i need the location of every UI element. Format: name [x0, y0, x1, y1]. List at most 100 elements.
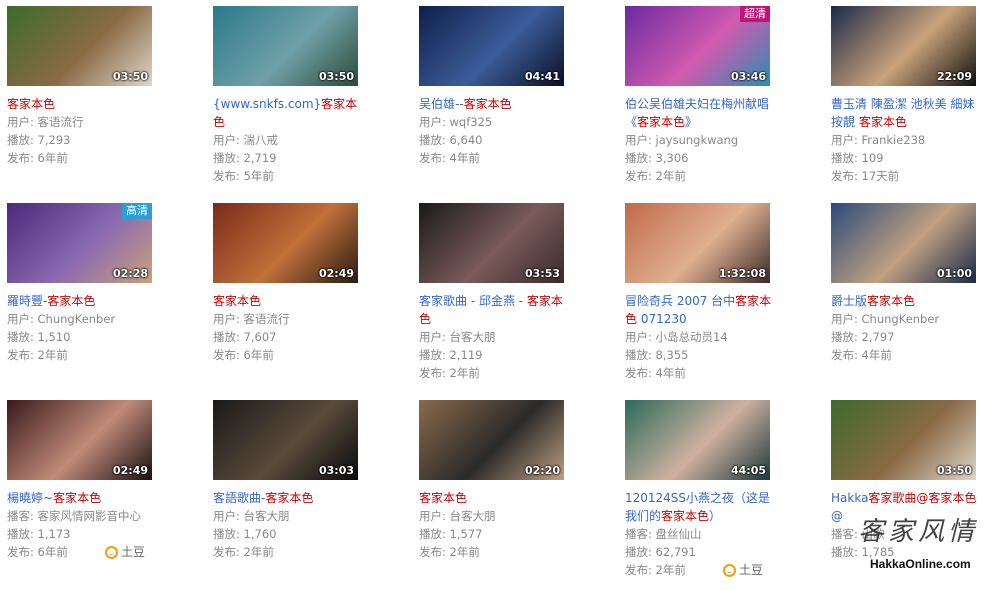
video-title-part: 客家本色	[463, 97, 512, 111]
video-title-part: 爵士版	[831, 294, 868, 308]
video-duration: 03:50	[318, 70, 354, 83]
video-card[interactable]: 02:49 楊曉婷~客家本色 播客: 客家风情网影音中心 播放: 1,173 发布: 6…	[7, 400, 157, 590]
video-card[interactable]: 22:09 曹玉清 陳盈潔 池秋美 細妹按靚 客家本色 用户: Frankie238…	[831, 6, 981, 196]
video-thumbnail[interactable]: 04:41	[419, 6, 564, 86]
video-title[interactable]: 冒险奇兵 2007 台中客家本色 071230	[625, 292, 775, 328]
video-title[interactable]: 客家歌曲 - 邱金燕 - 客家本色	[419, 292, 569, 328]
video-thumbnail[interactable]: 02:28 高清	[7, 203, 152, 283]
video-plays: 播放: 6,640	[419, 133, 483, 147]
video-title[interactable]: 曹玉清 陳盈潔 池秋美 細妹按靚 客家本色	[831, 95, 981, 131]
video-thumbnail[interactable]: 03:03	[213, 400, 358, 480]
video-title[interactable]: 羅時豐-客家本色	[7, 292, 157, 310]
video-thumbnail[interactable]: 02:49	[213, 203, 358, 283]
video-card[interactable]: 44:05 120124SS小燕之夜（这是我们的客家本色） 播客: 盘丝仙山 播放: …	[625, 400, 775, 590]
video-title[interactable]: 吴伯雄--客家本色	[419, 95, 569, 113]
video-title-part: 羅時豐-	[7, 294, 48, 308]
video-card[interactable]: 01:00 爵士版客家本色 用户: ChungKenber 播放: 2,797 发布: …	[831, 203, 981, 393]
video-plays: 播放: 2,797	[831, 330, 895, 344]
watermark-logo: 客家风情 HakkaOnline.com	[830, 505, 985, 581]
video-duration: 04:41	[524, 70, 560, 83]
video-title-part: {www.snkfs.com}	[213, 97, 322, 111]
video-published: 发布: 4年前	[419, 151, 480, 165]
video-title[interactable]: 楊曉婷~客家本色	[7, 489, 157, 507]
video-card[interactable]: 02:49 客家本色 用户: 客语流行播放: 7,607 发布: 6年前	[213, 203, 363, 393]
video-title[interactable]: 爵士版客家本色	[831, 292, 981, 310]
video-title[interactable]: 客家本色	[419, 489, 569, 507]
video-duration: 02:20	[524, 464, 560, 477]
video-duration: 1:32:08	[718, 267, 766, 280]
video-published: 发布: 17天前	[831, 169, 900, 183]
video-uploader[interactable]: 用户: wqf325	[419, 113, 569, 131]
video-title-part: 吴伯雄--	[419, 97, 464, 111]
video-uploader[interactable]: 用户: jaysungkwang	[625, 131, 775, 149]
video-uploader[interactable]: 用户: 湍八戒	[213, 131, 363, 149]
video-title-part: 客家本色	[53, 491, 102, 505]
video-card[interactable]: 03:53 客家歌曲 - 邱金燕 - 客家本色 用户: 台客大朋播放: 2,119 发…	[419, 203, 569, 393]
video-published: 发布: 5年前	[213, 169, 274, 183]
video-card[interactable]: 03:50 客家本色 用户: 客语流行 播放: 7,293 发布: 6年前	[7, 6, 157, 196]
video-title-part: 071230	[637, 312, 687, 326]
source-tudou-link[interactable]: 土豆	[723, 561, 763, 578]
video-duration: 02:28	[112, 267, 148, 280]
video-thumbnail[interactable]: 03:50	[7, 6, 152, 86]
source-tudou-link[interactable]: 土豆	[105, 543, 145, 560]
video-card[interactable]: 02:20 客家本色 用户: 台客大朋 播放: 1,577 发布: 2年前	[419, 400, 569, 590]
video-published: 发布: 4年前	[831, 348, 892, 362]
video-thumbnail[interactable]: 02:20	[419, 400, 564, 480]
video-published: 发布: 2年前	[213, 545, 274, 559]
video-uploader[interactable]: 用户: 台客大朋	[213, 507, 363, 525]
video-thumbnail[interactable]: 01:00	[831, 203, 976, 283]
source-label: 土豆	[121, 545, 146, 559]
video-title-part: 客家本色	[867, 294, 916, 308]
video-uploader[interactable]: 用户: 台客大朋	[419, 328, 569, 346]
quality-badge: 高清	[122, 203, 152, 219]
video-plays: 播放: 7,607	[213, 330, 277, 344]
video-uploader[interactable]: 用户: ChungKenber	[7, 310, 157, 328]
video-thumbnail[interactable]: 03:53	[419, 203, 564, 283]
video-card[interactable]: 02:28 高清 羅時豐-客家本色 用户: ChungKenber 播放: 1,510 发…	[7, 203, 157, 393]
video-title[interactable]: 伯公吴伯雄夫妇在梅州献唱《客家本色》	[625, 95, 775, 131]
video-thumbnail[interactable]: 03:50	[831, 400, 976, 480]
video-plays: 播放: 1,510	[7, 330, 71, 344]
video-card[interactable]: 03:50 {www.snkfs.com}客家本色 用户: 湍八戒 播放: 2,719…	[213, 6, 363, 196]
video-title-part: 客家本色	[661, 509, 710, 523]
video-card[interactable]: 03:03 客語歌曲-客家本色 用户: 台客大朋 播放: 1,760 发布: 2年前	[213, 400, 363, 590]
video-title[interactable]: {www.snkfs.com}客家本色	[213, 95, 363, 131]
video-title-part: ）	[709, 509, 722, 523]
video-plays: 播放: 3,306	[625, 151, 689, 165]
video-uploader[interactable]: 用户: 客语流行	[213, 310, 363, 328]
video-title[interactable]: 客家本色	[213, 292, 363, 310]
video-uploader[interactable]: 用户: 小岛总动员14	[625, 328, 775, 346]
watermark-chinese: 客家风情	[858, 517, 979, 547]
video-thumbnail[interactable]: 22:09	[831, 6, 976, 86]
video-title[interactable]: 客家本色	[7, 95, 157, 113]
video-uploader[interactable]: 用户: 台客大朋	[419, 507, 569, 525]
video-plays: 播放: 2,119	[419, 348, 483, 362]
video-title[interactable]: 客語歌曲-客家本色	[213, 489, 363, 507]
video-title-part: 》	[685, 115, 698, 129]
video-thumbnail[interactable]: 1:32:08	[625, 203, 770, 283]
video-title-part: 客家歌曲 - 邱金燕 -	[419, 294, 527, 308]
video-uploader[interactable]: 播客: 客家风情网影音中心	[7, 507, 157, 525]
video-uploader[interactable]: 用户: Frankie238	[831, 131, 981, 149]
video-title-part: 客語歌曲-	[213, 491, 266, 505]
video-plays: 播放: 1,173	[7, 527, 71, 541]
video-thumbnail[interactable]: 03:46 超清	[625, 6, 770, 86]
source-label: 土豆	[739, 563, 764, 577]
video-published: 发布: 2年前	[419, 366, 480, 380]
video-published: 发布: 6年前	[213, 348, 274, 362]
video-card[interactable]: 04:41 吴伯雄--客家本色 用户: wqf325 播放: 6,640 发布: 4年前	[419, 6, 569, 196]
video-thumbnail[interactable]: 02:49	[7, 400, 152, 480]
video-title[interactable]: 120124SS小燕之夜（这是我们的客家本色）	[625, 489, 775, 525]
video-title-part: 客家本色	[637, 115, 686, 129]
video-title-part: 客家本色	[265, 491, 314, 505]
video-duration: 03:53	[524, 267, 560, 280]
video-duration: 03:50	[112, 70, 148, 83]
video-card[interactable]: 03:46 超清伯公吴伯雄夫妇在梅州献唱《客家本色》 用户: jaysungkwan…	[625, 6, 775, 196]
video-uploader[interactable]: 播客: 盘丝仙山	[625, 525, 775, 543]
video-uploader[interactable]: 用户: 客语流行	[7, 113, 157, 131]
video-thumbnail[interactable]: 03:50	[213, 6, 358, 86]
video-uploader[interactable]: 用户: ChungKenber	[831, 310, 981, 328]
video-thumbnail[interactable]: 44:05	[625, 400, 770, 480]
video-card[interactable]: 1:32:08 冒险奇兵 2007 台中客家本色 071230 用户: 小岛总动员1…	[625, 203, 775, 393]
